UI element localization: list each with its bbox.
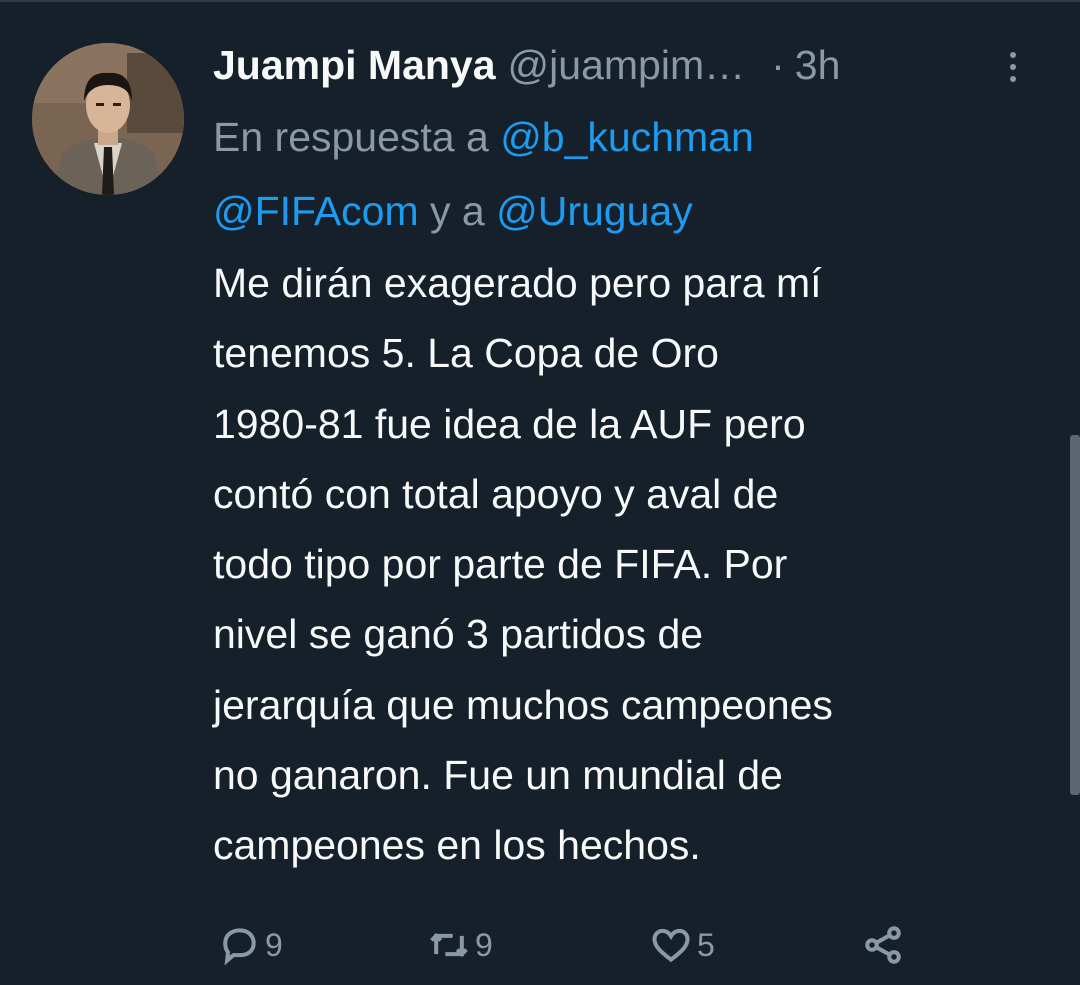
more-vertical-icon[interactable] [1003,52,1023,86]
reply-prefix: En respuesta a [213,114,501,160]
mention-b-kuchman[interactable]: @b_kuchman [500,114,754,160]
avatar[interactable] [32,43,184,195]
scrollbar[interactable] [1070,435,1080,795]
share-button[interactable] [861,915,905,975]
top-divider [0,0,1080,2]
reply-context: En respuesta a @b_kuchman @FIFAcom y a @… [213,100,1053,248]
author-name[interactable]: Juampi Manya [213,30,496,100]
tweet-text-line: Me dirán exagerado pero para mí [213,260,822,306]
author-handle[interactable]: @juampim… [508,30,746,100]
tweet-text-line: nivel se ganó 3 partidos de [213,611,704,658]
mention-uruguay[interactable]: @Uruguay [496,188,693,234]
tweet-text-line: jerarquía que muchos campeones [213,681,833,728]
tweet-header: Juampi Manya @juampim… · 3h [213,30,1053,100]
reply-count: 9 [265,926,283,963]
tweet-text-line: 1980-81 fue idea de la AUF pero [213,400,806,447]
tweet-actions: 9 9 5 [213,915,933,975]
like-button[interactable]: 5 [649,915,715,975]
tweet-content: Juampi Manya @juampim… · 3h En respuesta… [213,30,1053,881]
mention-fifacom[interactable]: @FIFAcom [213,188,419,234]
share-icon [865,926,901,964]
reply-bubble-icon [223,928,256,966]
reply-join: y a [418,188,497,234]
heart-icon [652,928,690,963]
tweet-text-line: no ganaron. Fue un mundial de [213,752,783,799]
retweet-icon [430,932,468,958]
reply-button[interactable]: 9 [217,915,283,975]
like-count: 5 [697,926,715,963]
tweet-text-line: todo tipo por parte de FIFA. Por [213,541,788,588]
tweet-text-line: contó con total apoyo y aval de [213,470,779,517]
tweet-text: Me dirán exagerado pero para mí tenemos … [213,248,1043,881]
tweet-text-line: tenemos 5. La Copa de Oro [213,330,719,377]
avatar-image [32,43,184,195]
timestamp[interactable]: 3h [795,30,841,100]
retweet-button[interactable]: 9 [427,915,493,975]
tweet-text-line: campeones en los hechos. [213,822,701,869]
separator-dot: · [771,42,785,88]
retweet-count: 9 [475,926,493,963]
